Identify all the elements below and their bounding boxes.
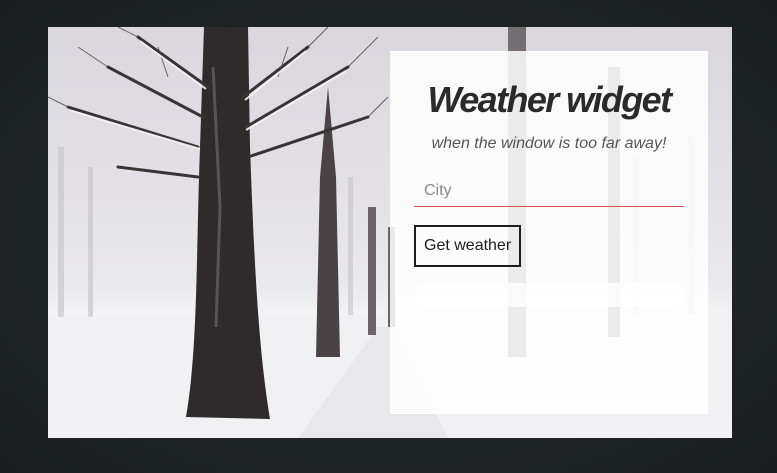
widget-subtitle: when the window is too far away! <box>431 135 667 152</box>
weather-form-panel: Weather widget when the window is too fa… <box>390 51 708 414</box>
weather-card: Weather widget when the window is too fa… <box>48 27 732 438</box>
weather-result-box <box>414 283 684 307</box>
get-weather-button[interactable]: Get weather <box>414 225 522 267</box>
widget-title: Weather widget <box>427 79 673 120</box>
city-input[interactable] <box>414 175 684 207</box>
